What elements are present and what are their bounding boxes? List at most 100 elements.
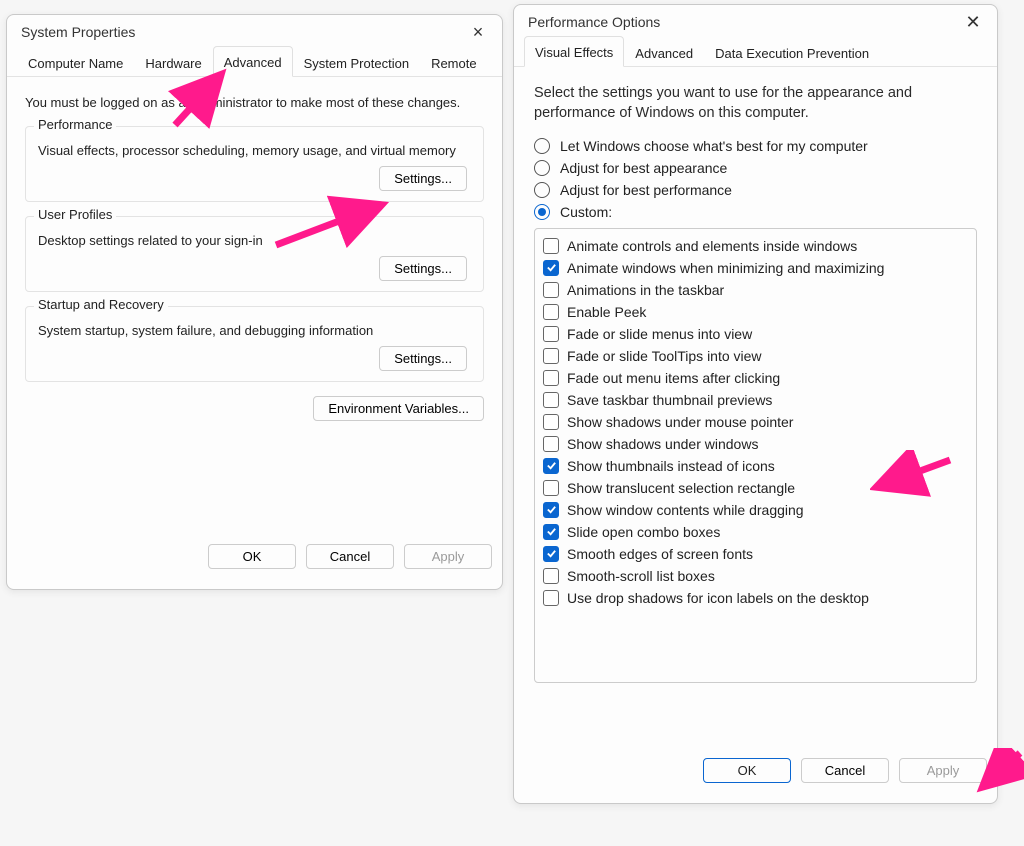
checkbox-icon[interactable] — [543, 304, 559, 320]
checkbox-icon[interactable] — [543, 458, 559, 474]
cancel-button[interactable]: Cancel — [306, 544, 394, 569]
option-row[interactable]: Smooth edges of screen fonts — [543, 543, 968, 565]
dialog-buttons: OK Cancel Apply — [7, 536, 502, 579]
ok-button[interactable]: OK — [703, 758, 791, 783]
option-row[interactable]: Save taskbar thumbnail previews — [543, 389, 968, 411]
radio-icon[interactable] — [534, 182, 550, 198]
option-label: Save taskbar thumbnail previews — [567, 392, 772, 408]
ok-button[interactable]: OK — [208, 544, 296, 569]
option-label: Show shadows under windows — [567, 436, 758, 452]
option-label: Show thumbnails instead of icons — [567, 458, 775, 474]
group-desc: System startup, system failure, and debu… — [38, 323, 471, 338]
close-icon[interactable]: ✕ — [963, 13, 983, 31]
option-label: Show translucent selection rectangle — [567, 480, 795, 496]
group-desc: Visual effects, processor scheduling, me… — [38, 143, 471, 158]
dialog-title: Performance Options — [528, 14, 660, 30]
option-label: Use drop shadows for icon labels on the … — [567, 590, 869, 606]
option-row[interactable]: Animate controls and elements inside win… — [543, 235, 968, 257]
content-area: You must be logged on as an Administrato… — [7, 77, 502, 433]
option-row[interactable]: Smooth-scroll list boxes — [543, 565, 968, 587]
close-icon[interactable]: × — [468, 23, 488, 41]
performance-options-dialog: Performance Options ✕ Visual EffectsAdva… — [513, 4, 998, 804]
environment-variables-button[interactable]: Environment Variables... — [313, 396, 484, 421]
option-row[interactable]: Use drop shadows for icon labels on the … — [543, 587, 968, 609]
checkbox-icon[interactable] — [543, 370, 559, 386]
titlebar: Performance Options ✕ — [514, 5, 997, 35]
apply-button[interactable]: Apply — [899, 758, 987, 783]
radio-option[interactable]: Let Windows choose what's best for my co… — [534, 138, 977, 154]
intro-text: You must be logged on as an Administrato… — [25, 95, 484, 110]
option-row[interactable]: Animations in the taskbar — [543, 279, 968, 301]
options-checklist[interactable]: Animate controls and elements inside win… — [534, 228, 977, 683]
option-row[interactable]: Show shadows under windows — [543, 433, 968, 455]
startup-settings-button[interactable]: Settings... — [379, 346, 467, 371]
checkbox-icon[interactable] — [543, 524, 559, 540]
checkbox-icon[interactable] — [543, 238, 559, 254]
user-profiles-settings-button[interactable]: Settings... — [379, 256, 467, 281]
radio-label: Adjust for best performance — [560, 182, 732, 198]
option-label: Animate windows when minimizing and maxi… — [567, 260, 884, 276]
option-row[interactable]: Show window contents while dragging — [543, 499, 968, 521]
group-title: Startup and Recovery — [34, 297, 168, 312]
option-row[interactable]: Show thumbnails instead of icons — [543, 455, 968, 477]
radio-option[interactable]: Adjust for best performance — [534, 182, 977, 198]
option-row[interactable]: Animate windows when minimizing and maxi… — [543, 257, 968, 279]
option-row[interactable]: Slide open combo boxes — [543, 521, 968, 543]
tab-advanced[interactable]: Advanced — [624, 37, 704, 67]
checkbox-icon[interactable] — [543, 590, 559, 606]
checkbox-icon[interactable] — [543, 326, 559, 342]
startup-group: Startup and Recovery System startup, sys… — [25, 306, 484, 382]
radio-icon[interactable] — [534, 138, 550, 154]
option-row[interactable]: Fade or slide ToolTips into view — [543, 345, 968, 367]
cancel-button[interactable]: Cancel — [801, 758, 889, 783]
performance-group: Performance Visual effects, processor sc… — [25, 126, 484, 202]
tab-visual-effects[interactable]: Visual Effects — [524, 36, 624, 67]
option-row[interactable]: Enable Peek — [543, 301, 968, 323]
option-label: Fade or slide ToolTips into view — [567, 348, 762, 364]
checkbox-icon[interactable] — [543, 392, 559, 408]
tabstrip: Computer NameHardwareAdvancedSystem Prot… — [7, 45, 502, 77]
option-row[interactable]: Fade out menu items after clicking — [543, 367, 968, 389]
checkbox-icon[interactable] — [543, 480, 559, 496]
radio-option[interactable]: Custom: — [534, 204, 977, 220]
checkbox-icon[interactable] — [543, 436, 559, 452]
option-label: Smooth-scroll list boxes — [567, 568, 715, 584]
titlebar: System Properties × — [7, 15, 502, 45]
option-row[interactable]: Fade or slide menus into view — [543, 323, 968, 345]
option-row[interactable]: Show translucent selection rectangle — [543, 477, 968, 499]
option-label: Slide open combo boxes — [567, 524, 720, 540]
group-desc: Desktop settings related to your sign-in — [38, 233, 471, 248]
option-row[interactable]: Show shadows under mouse pointer — [543, 411, 968, 433]
radio-option[interactable]: Adjust for best appearance — [534, 160, 977, 176]
apply-button[interactable]: Apply — [404, 544, 492, 569]
dialog-title: System Properties — [21, 24, 135, 40]
group-title: Performance — [34, 117, 116, 132]
tab-remote[interactable]: Remote — [420, 47, 488, 77]
checkbox-icon[interactable] — [543, 546, 559, 562]
checkbox-icon[interactable] — [543, 414, 559, 430]
tab-advanced[interactable]: Advanced — [213, 46, 293, 77]
checkbox-icon[interactable] — [543, 502, 559, 518]
checkbox-icon[interactable] — [543, 260, 559, 276]
user-profiles-group: User Profiles Desktop settings related t… — [25, 216, 484, 292]
radio-icon[interactable] — [534, 160, 550, 176]
dialog-buttons: OK Cancel Apply — [514, 750, 997, 793]
tab-hardware[interactable]: Hardware — [134, 47, 212, 77]
checkbox-icon[interactable] — [543, 282, 559, 298]
option-label: Smooth edges of screen fonts — [567, 546, 753, 562]
tab-data-execution-prevention[interactable]: Data Execution Prevention — [704, 37, 880, 67]
checkbox-icon[interactable] — [543, 568, 559, 584]
checkbox-icon[interactable] — [543, 348, 559, 364]
tab-computer-name[interactable]: Computer Name — [17, 47, 134, 77]
performance-settings-button[interactable]: Settings... — [379, 166, 467, 191]
option-label: Show shadows under mouse pointer — [567, 414, 793, 430]
radio-icon[interactable] — [534, 204, 550, 220]
option-label: Fade or slide menus into view — [567, 326, 752, 342]
radio-label: Adjust for best appearance — [560, 160, 727, 176]
option-label: Show window contents while dragging — [567, 502, 804, 518]
option-label: Animate controls and elements inside win… — [567, 238, 857, 254]
tab-system-protection[interactable]: System Protection — [293, 47, 421, 77]
group-title: User Profiles — [34, 207, 116, 222]
tabstrip: Visual EffectsAdvancedData Execution Pre… — [514, 35, 997, 67]
content-area: Select the settings you want to use for … — [514, 67, 997, 695]
